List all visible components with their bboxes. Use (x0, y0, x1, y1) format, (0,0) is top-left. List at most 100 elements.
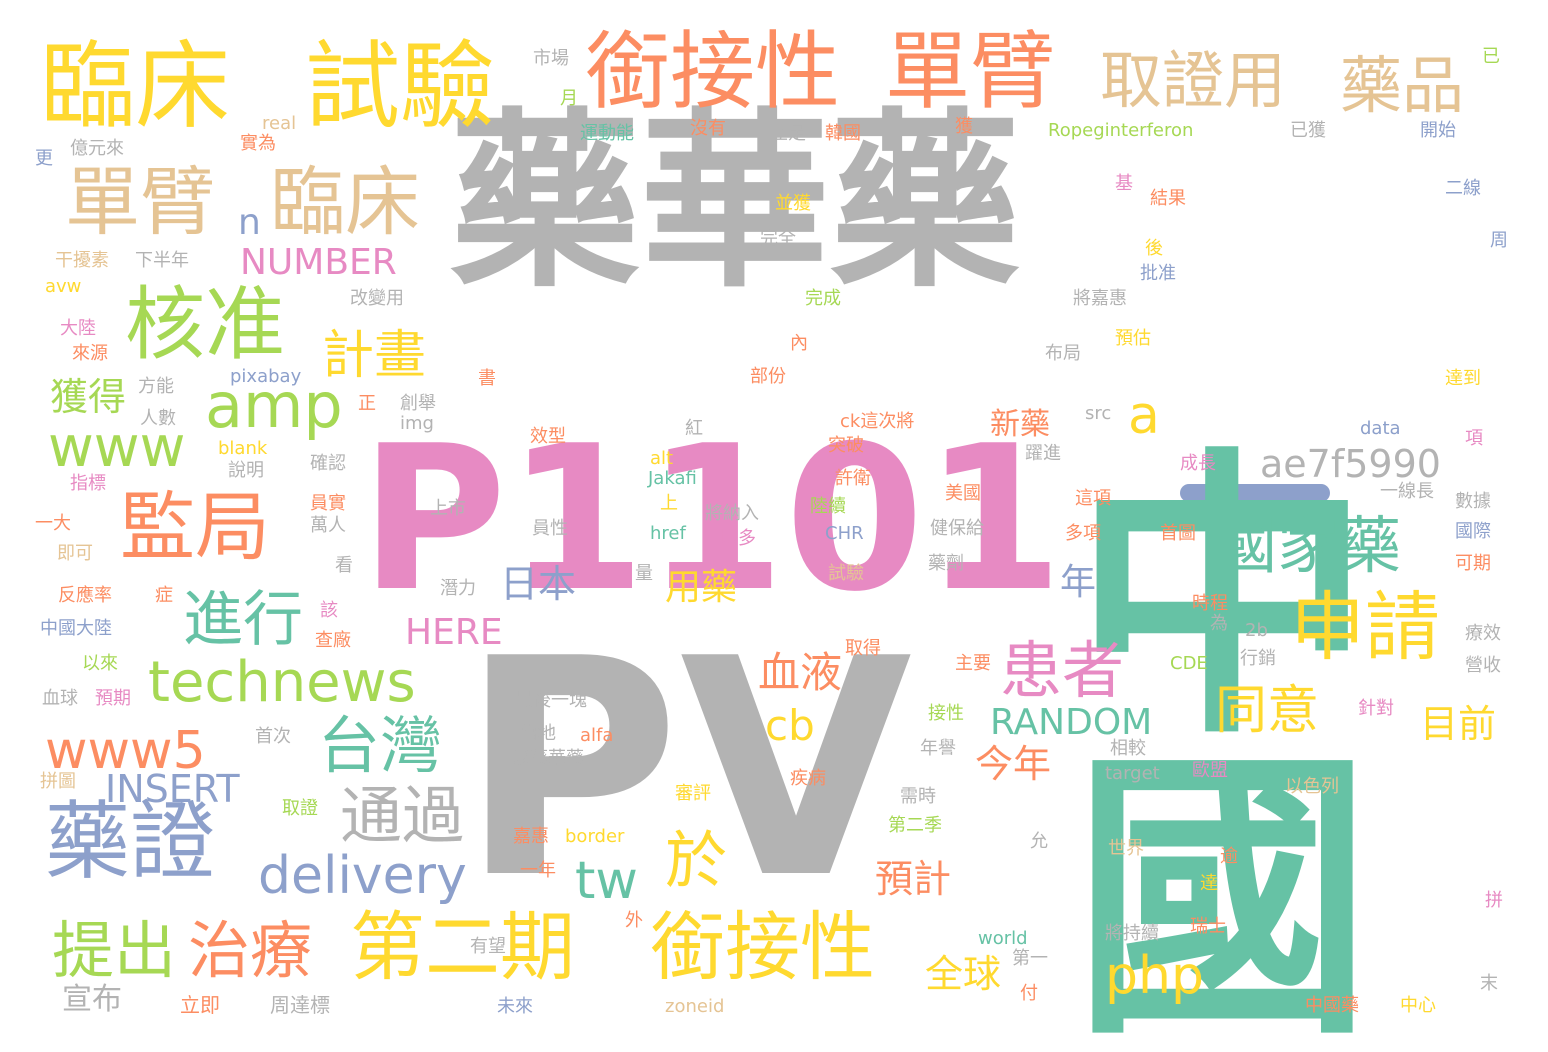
cloud-word: 成長 (1180, 453, 1216, 474)
cloud-word: alt (650, 448, 674, 469)
cloud-word: 已 (1482, 46, 1500, 67)
cloud-word: 一年 (520, 860, 556, 881)
cloud-word: 外 (625, 910, 643, 931)
cloud-word: 實為 (240, 133, 276, 154)
cloud-word: a (1128, 386, 1160, 446)
cloud-word: 大陸 (60, 318, 96, 339)
cloud-word: Ropeginterferon (1048, 120, 1194, 141)
cloud-word: 突破 (828, 435, 864, 456)
cloud-word: 周達標 (270, 993, 330, 1017)
cloud-word: HERE (405, 612, 503, 653)
cloud-word: 試驗 (305, 32, 496, 142)
cloud-word: 反應率 (58, 585, 112, 606)
cloud-word: 血液 (758, 648, 843, 697)
cloud-word: 臨床 (40, 32, 231, 142)
cloud-word: 效型 (530, 426, 566, 447)
cloud-word: 周 (1490, 230, 1508, 251)
cloud-word: 首次 (255, 726, 291, 747)
cloud-word: 申請 (1290, 583, 1441, 671)
cloud-word: 多項 (1065, 523, 1101, 544)
cloud-word: 銜接性 (585, 23, 841, 122)
cloud-word: 運動能 (580, 123, 634, 144)
cloud-word: n (238, 202, 261, 243)
cloud-word: 相較 (1110, 738, 1146, 759)
cloud-word: 同意 (1215, 681, 1320, 741)
cloud-word: 營收 (1465, 655, 1501, 676)
cloud-word: world (978, 928, 1028, 949)
cloud-word: NUMBER (240, 242, 397, 283)
cloud-word: 獲得 (50, 375, 127, 419)
cloud-word: 預計 (875, 857, 952, 901)
cloud-word: 增多 (720, 528, 756, 549)
cloud-word: 將持續 (1105, 923, 1159, 944)
cloud-word: zoneid (665, 996, 725, 1017)
cloud-word: 國際 (1455, 521, 1491, 542)
cloud-word: php (1105, 946, 1204, 1006)
cloud-word: 達 (1200, 873, 1218, 894)
cloud-word: 藥華藥 (450, 92, 1021, 313)
cloud-word: 付 (1020, 983, 1038, 1004)
cloud-word: 目前 (1420, 702, 1497, 746)
cloud-word: 未來 (497, 996, 533, 1017)
cloud-word: 全球 (925, 952, 1002, 996)
cloud-word: 紅 (685, 418, 703, 439)
cloud-word: 看 (335, 555, 353, 576)
cloud-word: 疾病 (790, 768, 826, 789)
cloud-word: 需時 (900, 786, 936, 807)
cloud-word: 二線 (1445, 178, 1481, 199)
cloud-word: 年 (1060, 562, 1097, 603)
cloud-word: 審評 (675, 783, 711, 804)
cloud-word: 取得 (845, 638, 881, 659)
cloud-word: 試驗 (828, 563, 864, 584)
cloud-word: 拼 (1485, 890, 1503, 911)
cloud-word: 中國大陸 (40, 618, 112, 639)
cloud-word: border (565, 826, 625, 847)
cloud-word: 沒有 (690, 118, 726, 139)
cloud-word: 數據 (1455, 491, 1491, 512)
cloud-word: avw (45, 276, 82, 297)
cloud-word: 進行 (183, 585, 303, 655)
cloud-word: 有望 (470, 936, 506, 957)
cloud-word: 立足 (770, 123, 806, 144)
cloud-word: 開始 (1420, 120, 1456, 141)
cloud-word: delivery (258, 846, 467, 906)
cloud-word: 接性 (928, 703, 964, 724)
cloud-word: 布局 (1045, 343, 1081, 364)
cloud-word: 以藥華藥 (512, 748, 584, 769)
cloud-word: 主要 (955, 653, 991, 674)
cloud-word: 該 (320, 600, 338, 621)
cloud-word: 健保給 (930, 518, 984, 539)
cloud-word: 上 (660, 493, 678, 514)
cloud-word: blank (218, 438, 268, 459)
cloud-word: 基 (1115, 173, 1133, 194)
cloud-word: 立即 (180, 993, 220, 1017)
cloud-word: 員實 (310, 493, 346, 514)
cloud-word: 方能 (138, 376, 174, 397)
cloud-word: tw (575, 851, 638, 911)
cloud-word: 療效 (1465, 623, 1501, 644)
cloud-word: cb (765, 701, 815, 750)
cloud-word: 許衛 (835, 468, 871, 489)
cloud-word: 患者 (1000, 634, 1125, 707)
cloud-word: RANDOM (990, 702, 1153, 743)
cloud-word: 治療 (188, 914, 313, 987)
cloud-word: pixabay (230, 366, 302, 387)
word-cloud: 藥華藥 P1101 PV 中國 臨床 試驗 銜接性 單臂 取證用 藥品 單臂 臨床 n NUMBER 核准計… (0, 0, 1548, 1052)
cloud-word: 書 (478, 368, 496, 389)
cloud-word: 日本 (500, 562, 577, 606)
cloud-word: 達到 (1445, 368, 1481, 389)
cloud-word: 歐盟 (1192, 760, 1228, 781)
cloud-word: real (262, 113, 297, 134)
cloud-word: 逾 (1220, 846, 1238, 867)
cloud-word: 確認 (310, 453, 346, 474)
cloud-word: 症 (155, 585, 173, 606)
cloud-word: 單臂 (65, 158, 216, 246)
cloud-word: 市場 (533, 48, 569, 69)
cloud-word: 瑞士 (1190, 916, 1226, 937)
cloud-word: 潛力 (440, 578, 476, 599)
cloud-word: 美國 (945, 483, 981, 504)
cloud-word: 正 (358, 393, 376, 414)
cloud-word: 後 (1145, 238, 1163, 259)
cloud-word: 來源 (72, 343, 108, 364)
cloud-word: 並獲 (775, 193, 811, 214)
